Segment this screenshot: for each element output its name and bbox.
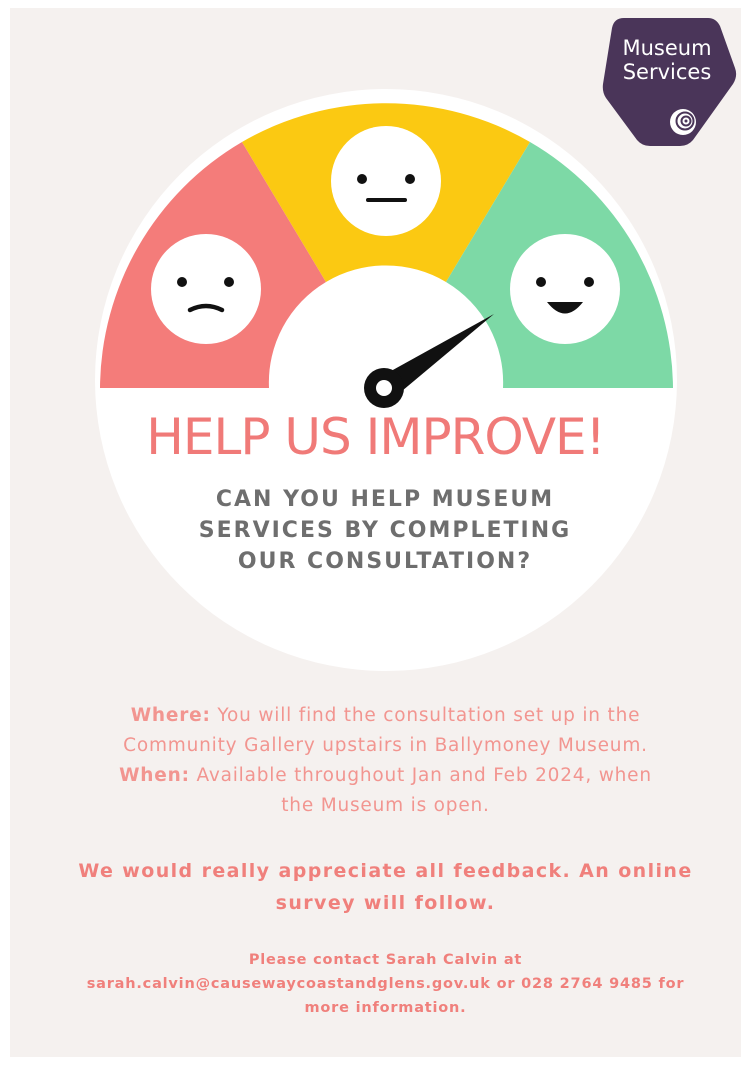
- feedback-line-1: We would really appreciate all feedback.…: [78, 860, 693, 882]
- neutral-face-icon: [331, 126, 441, 236]
- page-title: HELP US IMPROVE!: [146, 408, 605, 466]
- contact-line-1: Please contact Sarah Calvin at: [248, 952, 523, 968]
- subtitle-line-3: OUR CONSULTATION?: [237, 549, 533, 574]
- where-label: Where:: [130, 705, 211, 726]
- logo-text: Museum Services: [611, 36, 723, 84]
- logo-line-museum: Museum: [622, 36, 712, 60]
- logo-line-services: Services: [622, 60, 712, 84]
- when-line-2: the Museum is open.: [281, 795, 490, 816]
- when-text-1: Available throughout Jan and Feb 2024, w…: [189, 765, 652, 786]
- contact-line-2: sarah.calvin@causewaycoastandglens.gov.u…: [86, 976, 685, 992]
- contact-line-3: more information.: [304, 1000, 467, 1016]
- feedback-note: We would really appreciate all feedback.…: [40, 855, 731, 919]
- subtitle-line-2: SERVICES BY COMPLETING: [198, 518, 572, 543]
- contact-info: Please contact Sarah Calvin at sarah.cal…: [20, 948, 751, 1020]
- subtitle-line-1: CAN YOU HELP MUSEUM: [215, 487, 555, 512]
- sad-face-icon: [151, 234, 261, 344]
- info-block: Where: You will find the consultation se…: [40, 701, 731, 821]
- feedback-line-2: survey will follow.: [275, 892, 496, 914]
- happy-face-icon: [510, 234, 620, 344]
- shell-icon: [670, 109, 696, 135]
- when-label: When:: [119, 765, 190, 786]
- where-text-1: You will find the consultation set up in…: [210, 705, 641, 726]
- where-line-2: Community Gallery upstairs in Ballymoney…: [123, 735, 648, 756]
- when-line-1: When: Available throughout Jan and Feb 2…: [40, 761, 731, 791]
- subtitle: CAN YOU HELP MUSEUM SERVICES BY COMPLETI…: [0, 484, 751, 577]
- where-line-1: Where: You will find the consultation se…: [40, 701, 731, 731]
